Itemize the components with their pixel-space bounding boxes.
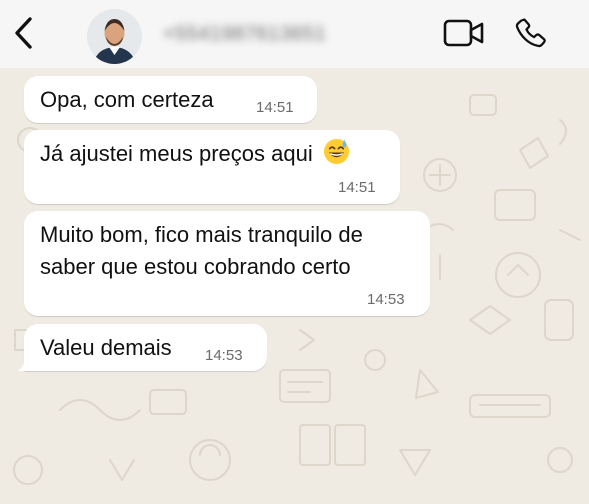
chevron-left-icon	[12, 16, 34, 55]
message-text: Valeu demais	[40, 335, 172, 360]
message-text: Já ajustei meus preços aqui	[40, 141, 313, 166]
message-bubble[interactable]: Opa, com certeza 14:51	[24, 76, 317, 123]
chat-header: +5541987613651	[0, 0, 589, 68]
contact-avatar[interactable]	[87, 9, 142, 64]
message-bubble[interactable]: Já ajustei meus preços aqui 14:51	[24, 130, 400, 204]
message-text-row: Já ajustei meus preços aqui	[40, 138, 350, 169]
contact-name[interactable]: +5541987613651	[163, 22, 358, 46]
message-time: 14:53	[205, 347, 243, 364]
back-button[interactable]	[8, 16, 38, 54]
message-text-line: saber que estou cobrando certo	[40, 254, 351, 279]
message-time: 14:51	[256, 99, 294, 116]
video-camera-icon	[443, 18, 485, 53]
message-bubble[interactable]: Muito bom, fico mais tranquilo de saber …	[24, 211, 430, 316]
bubble-tail	[17, 357, 31, 371]
message-bubble[interactable]: Valeu demais 14:53	[17, 324, 267, 371]
message-time: 14:53	[367, 291, 405, 308]
message-text-line: Muito bom, fico mais tranquilo de	[40, 222, 363, 247]
grinning-face-with-sweat-icon	[323, 138, 350, 165]
message-text: Opa, com certeza	[40, 87, 214, 112]
voice-call-button[interactable]	[512, 15, 552, 55]
video-call-button[interactable]	[441, 17, 487, 53]
message-time: 14:51	[338, 179, 376, 196]
phone-icon	[515, 16, 549, 55]
